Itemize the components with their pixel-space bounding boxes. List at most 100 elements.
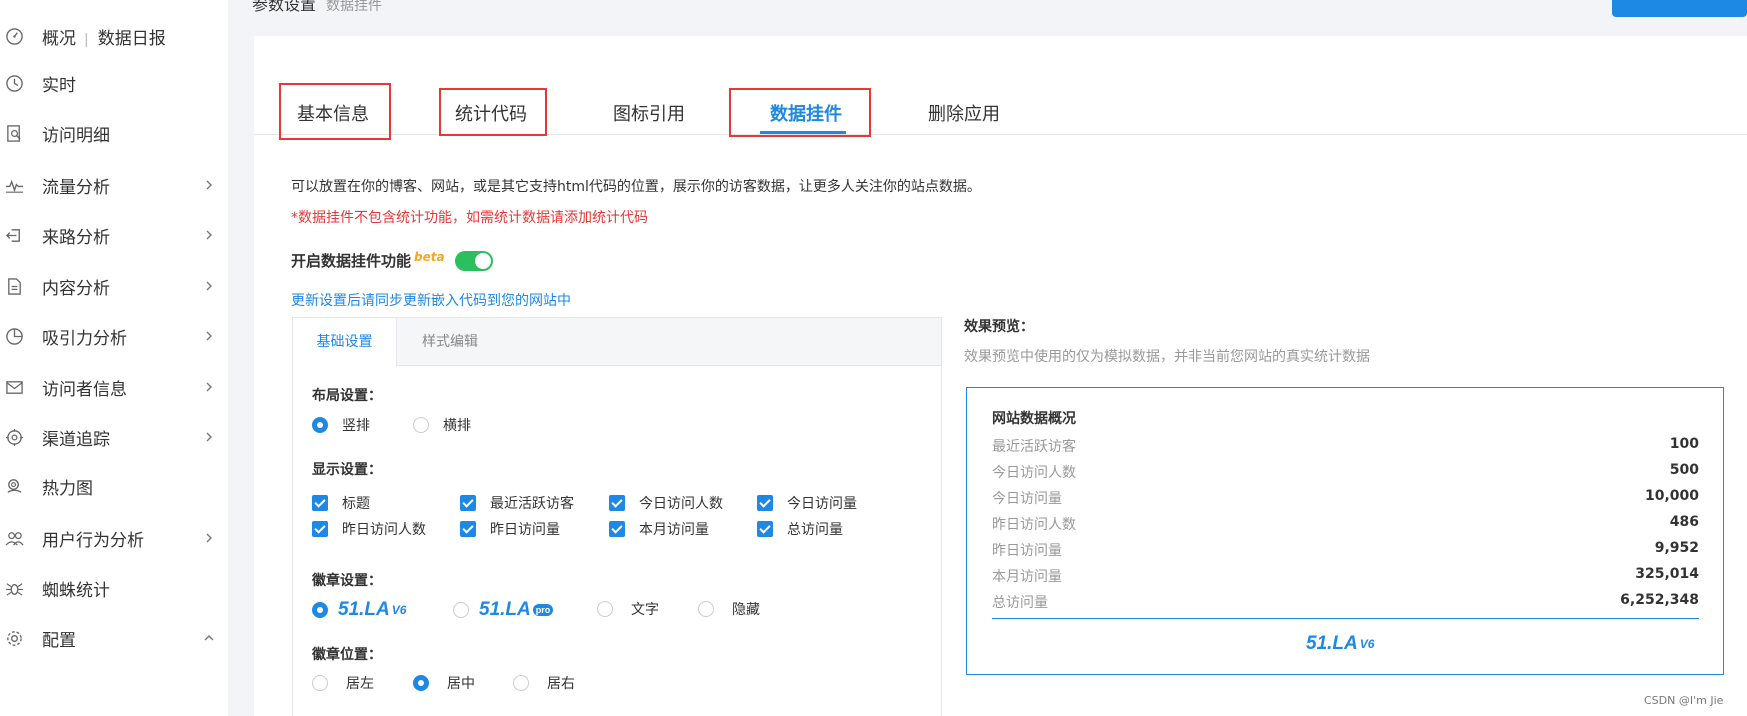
preview-51la-logo: 51.LA V6 <box>1306 633 1375 654</box>
pulse-icon <box>4 175 24 195</box>
checkbox-checked <box>312 495 328 511</box>
tab-delete-app[interactable]: 删除应用 <box>928 100 1000 126</box>
51la-v6-logo: 51.LA V6 <box>338 599 407 620</box>
sidebar-item-visit-detail[interactable]: 访问明细 <box>0 113 228 153</box>
widget-description: 可以放置在你的博客、网站，或是其它支持html代码的位置，展示你的访客数据，让更… <box>291 179 981 195</box>
51la-pro-logo: 51.LA pro <box>479 599 554 621</box>
users-icon <box>4 528 24 548</box>
position-left-radio[interactable]: 居左 <box>312 673 374 693</box>
file-icon <box>4 276 24 296</box>
sidebar-item-visitor-info[interactable]: 访问者信息 <box>0 367 228 407</box>
chevron-right-icon <box>206 281 212 291</box>
layout-vertical-radio[interactable]: 竖排 <box>312 415 370 435</box>
target-icon <box>4 427 24 447</box>
sidebar-item-channel[interactable]: 渠道追踪 <box>0 417 228 457</box>
sidebar-item-label: 热力图 <box>42 478 93 499</box>
radio-checked <box>312 417 328 433</box>
chevron-up-icon <box>204 635 214 641</box>
display-option-checkbox[interactable]: 总访问量 <box>757 519 843 539</box>
sidebar-item-label: 概况 <box>42 28 76 49</box>
preview-row: 今日访问量 10,000 <box>992 488 1699 507</box>
sidebar-item-label: 流量分析 <box>42 177 110 198</box>
sidebar-item-user-behavior[interactable]: 用户行为分析 <box>0 518 228 558</box>
layout-section-title: 布局设置： <box>312 388 382 404</box>
preview-row: 总访问量 6,252,348 <box>992 592 1699 611</box>
login-icon <box>4 225 24 245</box>
sidebar-item-label: 访问者信息 <box>42 379 127 400</box>
chevron-right-icon <box>206 533 212 543</box>
radio-unchecked <box>597 601 613 617</box>
radio-checked <box>413 675 429 691</box>
enable-widget-toggle[interactable] <box>455 251 493 271</box>
position-center-radio[interactable]: 居中 <box>413 673 475 693</box>
display-option-checkbox[interactable]: 最近活跃访客 <box>460 493 574 513</box>
pie-icon <box>4 326 24 346</box>
checkbox-checked <box>757 495 773 511</box>
settings-panel: 基础设置 样式编辑 布局设置： 竖排 横排 显示设置： 标题 最近活跃访客 今日… <box>292 317 942 716</box>
checkbox-checked <box>312 521 328 537</box>
sync-embed-link[interactable]: 更新设置后请同步更新嵌入代码到您的网站中 <box>291 290 571 310</box>
display-section-title: 显示设置： <box>312 462 382 478</box>
checkbox-checked <box>460 521 476 537</box>
preview-widget: 网站数据概况 最近活跃访客 100 今日访问人数 500 今日访问量 10,000 昨… <box>966 387 1724 675</box>
radio-unchecked <box>513 675 529 691</box>
sidebar-item-label: 配置 <box>42 630 76 651</box>
display-option-checkbox[interactable]: 今日访问量 <box>757 493 857 513</box>
subtab-basic[interactable]: 基础设置 <box>293 318 397 367</box>
heatmap-icon <box>4 476 24 496</box>
page-subtitle: 数据挂件 <box>326 0 383 14</box>
enable-widget-label: 开启数据挂件功能 <box>291 252 412 270</box>
checkbox-checked <box>460 495 476 511</box>
sidebar-item-label: 用户行为分析 <box>42 530 144 551</box>
radio-unchecked <box>413 417 429 433</box>
badge-text-radio[interactable]: 文字 <box>597 599 659 619</box>
sidebar-item-label: 渠道追踪 <box>42 429 110 450</box>
sidebar-item-traffic[interactable]: 流量分析 <box>0 165 228 205</box>
chevron-right-icon <box>206 331 212 341</box>
sidebar-item-label: 来路分析 <box>42 227 110 248</box>
badge-v6-radio[interactable]: 51.LA V6 <box>312 599 406 621</box>
radio-unchecked <box>312 675 328 691</box>
sidebar-item-label: 实时 <box>42 75 76 96</box>
position-right-radio[interactable]: 居右 <box>513 673 575 693</box>
display-option-checkbox[interactable]: 昨日访问人数 <box>312 519 426 539</box>
sidebar-item-spider[interactable]: 蜘蛛统计 <box>0 568 228 608</box>
checkbox-checked <box>609 521 625 537</box>
sidebar-item-referrer[interactable]: 来路分析 <box>0 215 228 255</box>
chevron-right-icon <box>206 432 212 442</box>
preview-row: 昨日访问人数 486 <box>992 514 1699 533</box>
top-action-button[interactable] <box>1612 0 1747 17</box>
sidebar-item-overview[interactable]: 概况 | 数据日报 <box>0 16 228 56</box>
display-option-checkbox[interactable]: 昨日访问量 <box>460 519 560 539</box>
annotation-box <box>279 83 391 140</box>
annotation-box <box>439 88 547 136</box>
layout-horizontal-radio[interactable]: 横排 <box>413 415 471 435</box>
sidebar-item-content[interactable]: 内容分析 <box>0 266 228 306</box>
radio-checked <box>312 602 328 618</box>
sidebar-item-heatmap[interactable]: 热力图 <box>0 466 228 506</box>
tab-icon-ref[interactable]: 图标引用 <box>613 100 685 126</box>
chevron-right-icon <box>206 230 212 240</box>
preview-widget-title: 网站数据概况 <box>992 411 1076 427</box>
settings-subtabs: 基础设置 样式编辑 <box>293 318 941 367</box>
toggle-knob <box>475 253 491 269</box>
preview-row: 最近活跃访客 100 <box>992 436 1699 455</box>
display-option-checkbox[interactable]: 标题 <box>312 493 370 513</box>
chevron-right-icon <box>206 180 212 190</box>
sidebar-item-realtime[interactable]: 实时 <box>0 63 228 103</box>
radio-unchecked <box>698 601 714 617</box>
subtab-style[interactable]: 样式编辑 <box>398 318 502 366</box>
mail-icon <box>4 377 24 397</box>
preview-row: 昨日访问量 9,952 <box>992 540 1699 559</box>
display-option-checkbox[interactable]: 本月访问量 <box>609 519 709 539</box>
badge-pro-radio[interactable]: 51.LA pro <box>453 599 554 621</box>
spider-icon <box>4 578 24 598</box>
page-title: 参数设置 数据挂件 <box>252 0 383 14</box>
daily-report-link[interactable]: 数据日报 <box>98 29 166 49</box>
badge-hide-radio[interactable]: 隐藏 <box>698 599 760 619</box>
sidebar-item-attraction[interactable]: 吸引力分析 <box>0 316 228 356</box>
display-option-checkbox[interactable]: 今日访问人数 <box>609 493 723 513</box>
preview-divider <box>992 618 1699 619</box>
sidebar-item-config[interactable]: 配置 <box>0 618 228 658</box>
badge-section-title: 徽章设置： <box>312 573 382 589</box>
